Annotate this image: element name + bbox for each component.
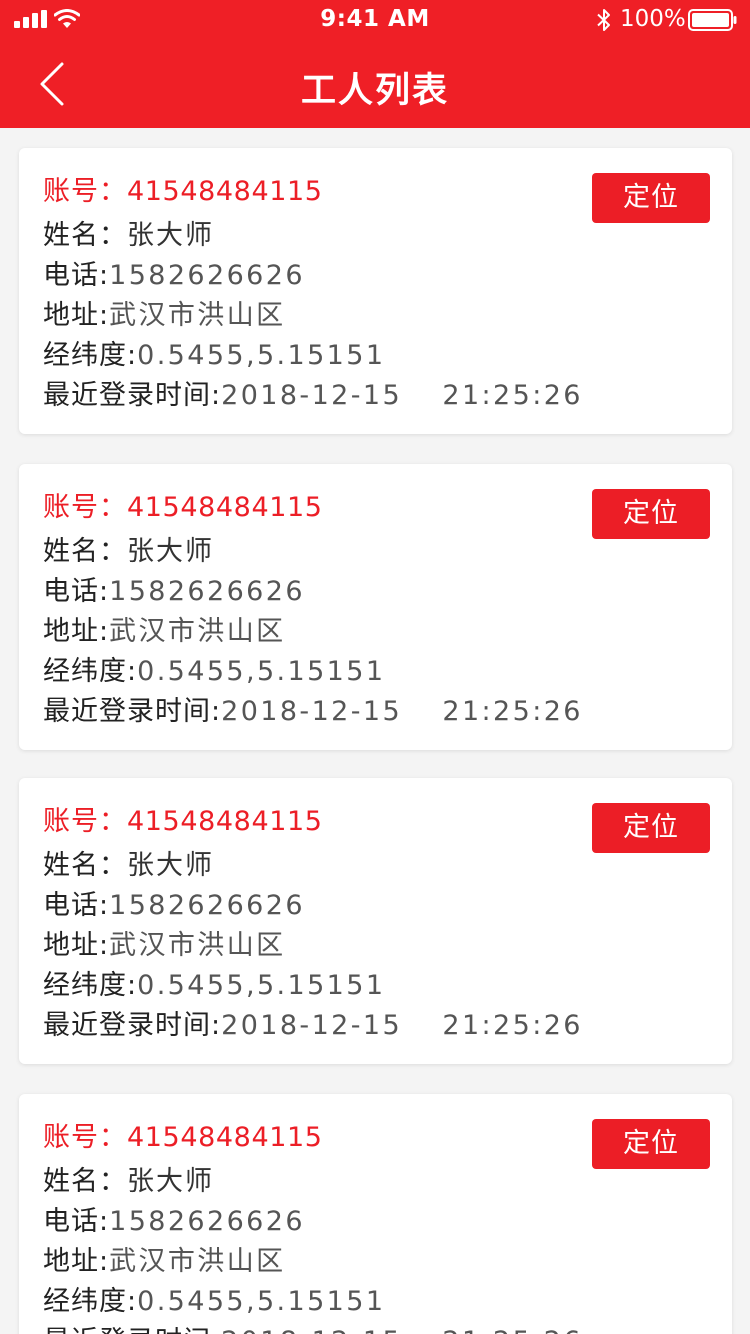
last-login-label: 最近登录时间:	[43, 1326, 221, 1334]
page-title: 工人列表	[300, 71, 449, 111]
phone-label: 电话:	[43, 890, 110, 921]
coords-row: 经纬度:0.5455,5.15151	[43, 655, 385, 689]
account-label: 账号：	[43, 492, 127, 523]
battery-icon	[688, 9, 738, 31]
coords-value: 0.5455,5.15151	[137, 1286, 386, 1317]
address-value: 武汉市洪山区	[109, 300, 286, 331]
phone-label: 电话:	[43, 576, 110, 607]
account-label: 账号：	[43, 806, 127, 837]
address-value: 武汉市洪山区	[109, 1246, 286, 1277]
phone-label: 电话:	[43, 260, 110, 291]
coords-value: 0.5455,5.15151	[137, 340, 386, 371]
name-label: 姓名：	[43, 850, 127, 881]
address-row: 地址:武汉市洪山区	[43, 929, 286, 963]
worker-card: 账号：41548484115 姓名：张大师 电话:1582626626 地址:武…	[19, 464, 732, 750]
top-bar: 9:41 AM 100% 工人列表	[0, 0, 750, 128]
address-row: 地址:武汉市洪山区	[43, 615, 286, 649]
coords-label: 经纬度:	[43, 1286, 138, 1317]
name-value: 张大师	[127, 1166, 214, 1197]
address-label: 地址:	[43, 616, 110, 647]
account-row: 账号：41548484115	[43, 491, 323, 525]
locate-button[interactable]: 定位	[592, 1119, 710, 1169]
last-login-row: 最近登录时间:2018-12-15 21:25:26	[43, 1325, 583, 1334]
worker-list[interactable]: 账号：41548484115 姓名：张大师 电话:1582626626 地址:武…	[0, 128, 750, 1334]
name-value: 张大师	[127, 536, 214, 567]
phone-row: 电话:1582626626	[43, 575, 305, 609]
last-login-row: 最近登录时间:2018-12-15 21:25:26	[43, 695, 583, 729]
name-label: 姓名：	[43, 1166, 127, 1197]
phone-value: 1582626626	[109, 890, 305, 921]
name-value: 张大师	[127, 220, 214, 251]
phone-row: 电话:1582626626	[43, 259, 305, 293]
account-row: 账号：41548484115	[43, 805, 323, 839]
address-value: 武汉市洪山区	[109, 616, 286, 647]
name-label: 姓名：	[43, 536, 127, 567]
locate-button[interactable]: 定位	[592, 489, 710, 539]
address-label: 地址:	[43, 1246, 110, 1277]
name-row: 姓名：张大师	[43, 535, 214, 569]
worker-card: 账号：41548484115 姓名：张大师 电话:1582626626 地址:武…	[19, 1094, 732, 1334]
account-value: 41548484115	[127, 176, 323, 207]
address-label: 地址:	[43, 930, 110, 961]
battery-percent: 100%	[620, 6, 686, 32]
name-value: 张大师	[127, 850, 214, 881]
phone-value: 1582626626	[109, 1206, 305, 1237]
account-label: 账号：	[43, 1122, 127, 1153]
name-row: 姓名：张大师	[43, 1165, 214, 1199]
navigation-bar: 工人列表	[0, 40, 750, 128]
phone-value: 1582626626	[109, 576, 305, 607]
coords-label: 经纬度:	[43, 970, 138, 1001]
last-login-label: 最近登录时间:	[43, 380, 222, 411]
account-row: 账号：41548484115	[43, 1121, 323, 1155]
last-login-row: 最近登录时间:2018-12-15 21:25:26	[43, 379, 583, 413]
account-value: 41548484115	[127, 492, 323, 523]
last-login-value: 2018-12-15 21:25:26	[221, 1010, 583, 1041]
status-bar: 9:41 AM 100%	[0, 0, 750, 40]
address-value: 武汉市洪山区	[109, 930, 286, 961]
last-login-label: 最近登录时间:	[43, 696, 222, 727]
phone-value: 1582626626	[109, 260, 305, 291]
coords-label: 经纬度:	[43, 340, 138, 371]
worker-card: 账号：41548484115 姓名：张大师 电话:1582626626 地址:武…	[19, 148, 732, 434]
address-label: 地址:	[43, 300, 110, 331]
last-login-label: 最近登录时间:	[43, 1010, 222, 1041]
name-label: 姓名：	[43, 220, 127, 251]
address-row: 地址:武汉市洪山区	[43, 1245, 286, 1279]
bluetooth-icon	[596, 8, 612, 32]
coords-value: 0.5455,5.15151	[137, 656, 386, 687]
coords-value: 0.5455,5.15151	[137, 970, 386, 1001]
coords-row: 经纬度:0.5455,5.15151	[43, 1285, 385, 1319]
locate-button[interactable]: 定位	[592, 803, 710, 853]
account-row: 账号：41548484115	[43, 175, 323, 209]
last-login-value: 2018-12-15 21:25:26	[221, 696, 583, 727]
name-row: 姓名：张大师	[43, 849, 214, 883]
account-value: 41548484115	[127, 1122, 323, 1153]
last-login-row: 最近登录时间:2018-12-15 21:25:26	[43, 1009, 583, 1043]
last-login-value: 2018-12-15 21:25:26	[221, 380, 583, 411]
last-login-value: 2018-12-15 21:25:26	[221, 1326, 583, 1334]
coords-row: 经纬度:0.5455,5.15151	[43, 969, 385, 1003]
locate-button[interactable]: 定位	[592, 173, 710, 223]
phone-row: 电话:1582626626	[43, 889, 305, 923]
phone-label: 电话:	[43, 1206, 110, 1237]
coords-label: 经纬度:	[43, 656, 138, 687]
name-row: 姓名：张大师	[43, 219, 214, 253]
account-label: 账号：	[43, 176, 127, 207]
coords-row: 经纬度:0.5455,5.15151	[43, 339, 385, 373]
address-row: 地址:武汉市洪山区	[43, 299, 286, 333]
account-value: 41548484115	[127, 806, 323, 837]
worker-card: 账号：41548484115 姓名：张大师 电话:1582626626 地址:武…	[19, 778, 732, 1064]
phone-row: 电话:1582626626	[43, 1205, 305, 1239]
